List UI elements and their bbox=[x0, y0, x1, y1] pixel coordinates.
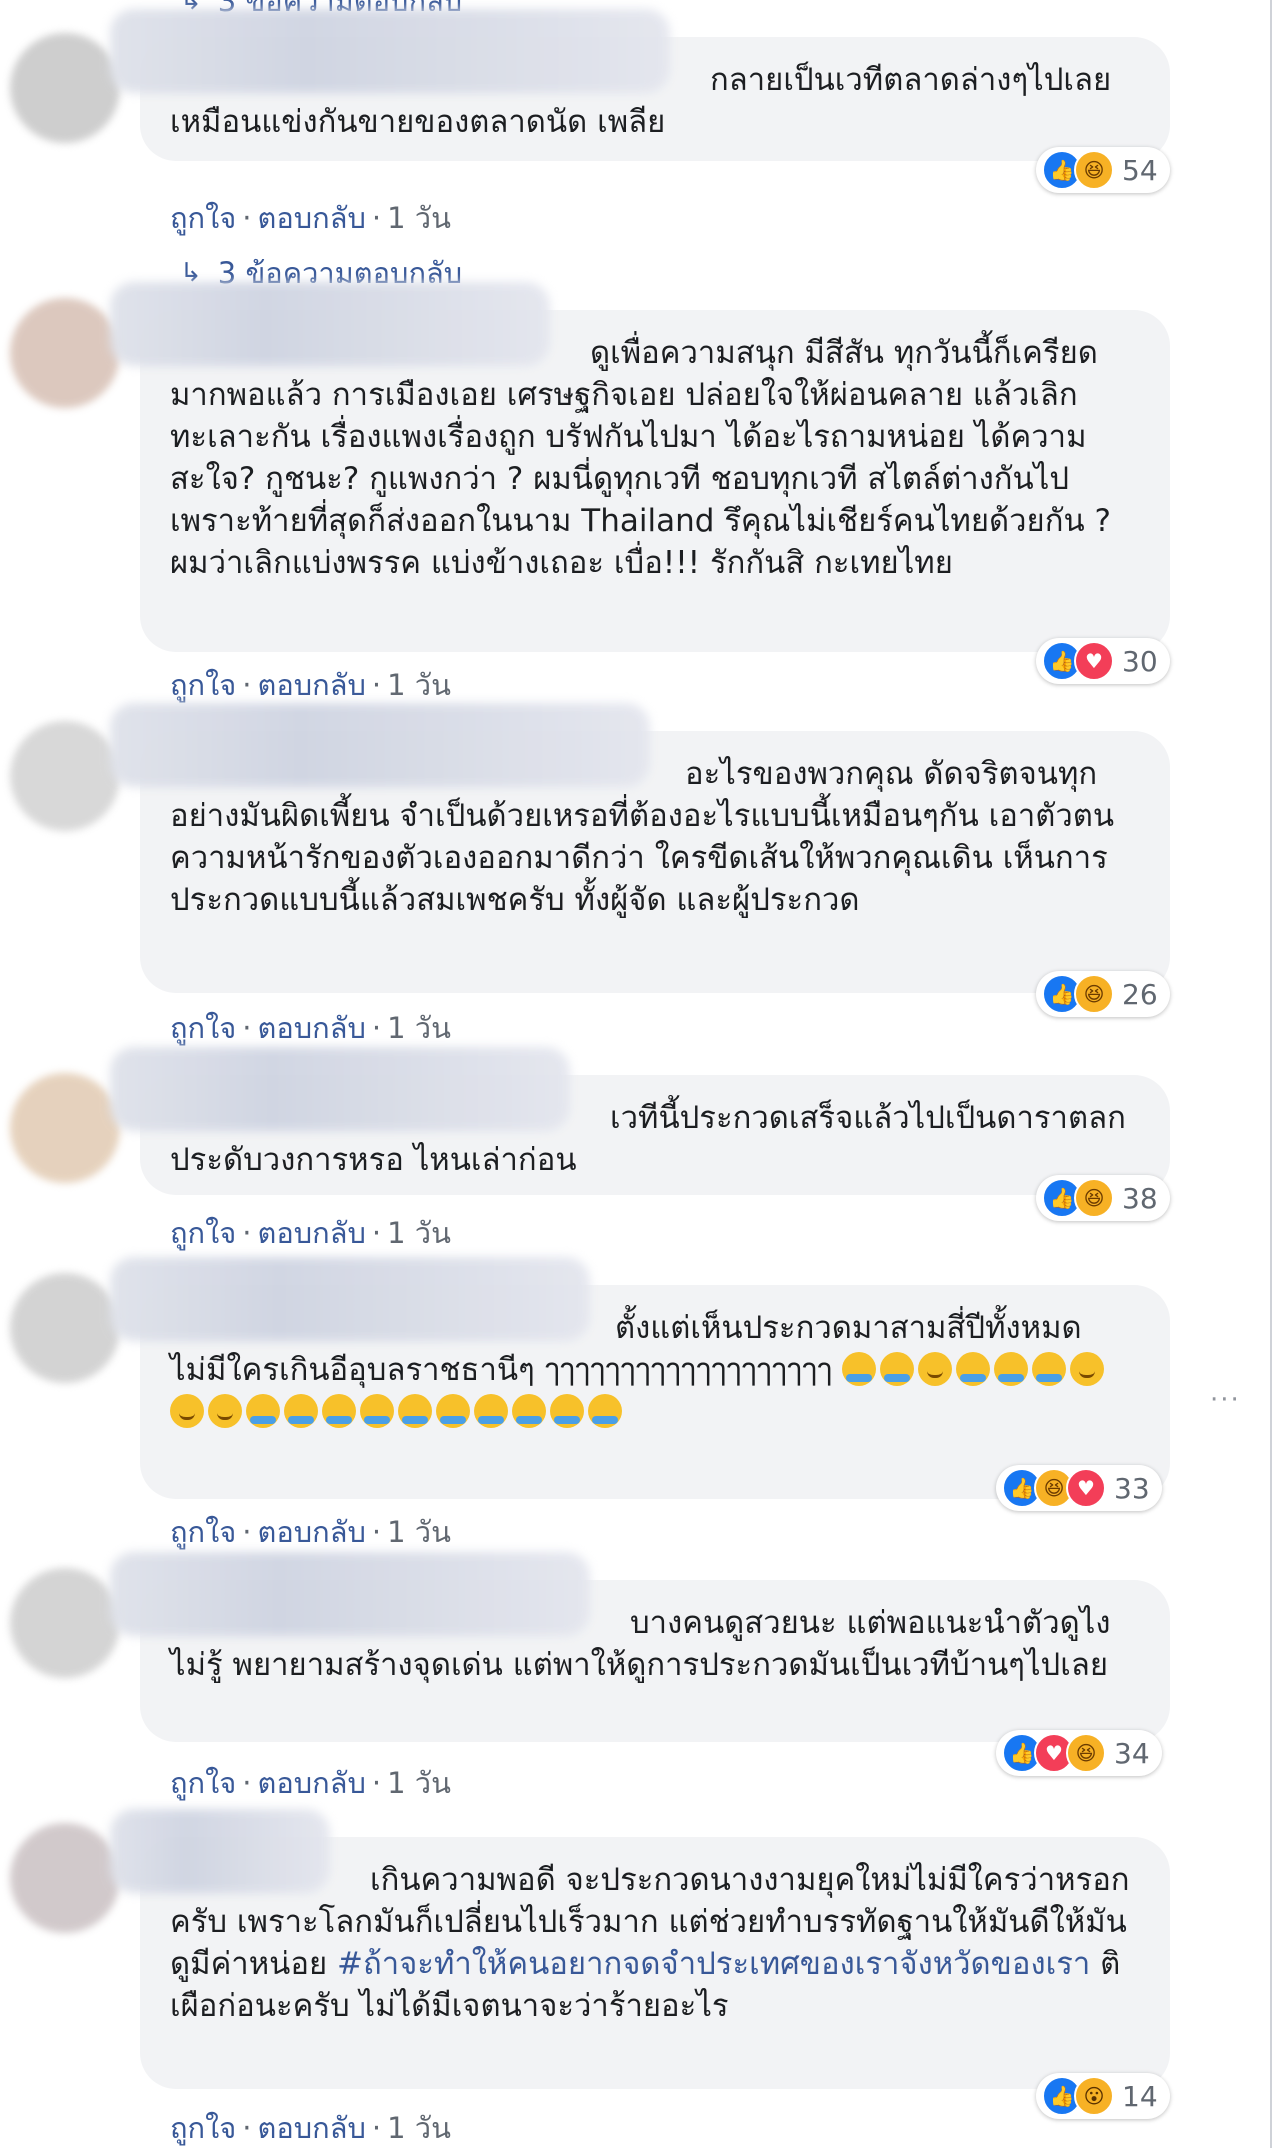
comment-actions: ถูกใจ · ตอบกลับ · 1 วัน bbox=[170, 201, 451, 235]
comment-text: บางคนดูสวยนะ แต่พอแนะนำตัวดูไงไม่รู้ พยา… bbox=[170, 1605, 1111, 1683]
reaction-summary[interactable]: 👍 😮 14 bbox=[1036, 2073, 1170, 2119]
comment-7: เกินความพอดี จะประกวดนางงามยุคใหม่ไม่มีใ… bbox=[0, 1809, 1250, 2145]
timestamp[interactable]: 1 วัน bbox=[387, 201, 451, 235]
reaction-count: 38 bbox=[1122, 1181, 1158, 1215]
comment-bubble: อะไรของพวกคุณ ดัดจริตจนทุกอย่างมันผิดเพี… bbox=[110, 703, 1170, 993]
comment-actions: ถูกใจ · ตอบกลับ · 1 วัน bbox=[170, 1216, 451, 1250]
like-link[interactable]: ถูกใจ bbox=[170, 668, 236, 702]
laughing-crying-emoji bbox=[474, 1394, 508, 1428]
reply-link[interactable]: ตอบกลับ bbox=[258, 1011, 366, 1045]
reaction-summary[interactable]: 👍 ♥ 😆 34 bbox=[996, 1730, 1162, 1776]
comment-actions: ถูกใจ · ตอบกลับ · 1 วัน bbox=[170, 668, 451, 702]
like-link[interactable]: ถูกใจ bbox=[170, 1011, 236, 1045]
avatar[interactable] bbox=[10, 298, 120, 408]
avatar[interactable] bbox=[10, 1273, 120, 1383]
comment-3: อะไรของพวกคุณ ดัดจริตจนทุกอย่างมันผิดเพี… bbox=[0, 703, 1250, 1045]
winking-emoji bbox=[918, 1352, 953, 1386]
comment-text: ดูเพื่อความสนุก มีสีสัน ทุกวันนี้ก็เครีย… bbox=[170, 335, 1111, 581]
love-icon: ♥ bbox=[1066, 1468, 1106, 1508]
wow-icon: 😮 bbox=[1074, 2076, 1114, 2116]
frame-border bbox=[1270, 0, 1272, 2148]
comment-text: อะไรของพวกคุณ ดัดจริตจนทุกอย่างมันผิดเพี… bbox=[170, 756, 1115, 918]
laughing-crying-emoji bbox=[956, 1352, 991, 1386]
comment-text: กลายเป็นเวทีตลาดล่างๆไปเลย เหมือนแข่งกัน… bbox=[170, 62, 1112, 140]
laughing-crying-emoji bbox=[284, 1394, 318, 1428]
reaction-count: 54 bbox=[1122, 153, 1158, 187]
comment-text: เกินความพอดี จะประกวดนางงามยุคใหม่ไม่มีใ… bbox=[170, 1862, 1130, 2024]
hashtag-link[interactable]: #ถ้าจะทำให้คนอยากจดจำประเทศของเราจังหวัด… bbox=[337, 1946, 1090, 1982]
laughing-crying-emoji bbox=[880, 1352, 915, 1386]
timestamp[interactable]: 1 วัน bbox=[387, 1216, 451, 1250]
laughing-crying-emoji bbox=[436, 1394, 470, 1428]
comment-6: บางคนดูสวยนะ แต่พอแนะนำตัวดูไงไม่รู้ พยา… bbox=[0, 1552, 1250, 1810]
laughing-crying-emoji bbox=[994, 1352, 1029, 1386]
comment-actions: ถูกใจ · ตอบกลับ · 1 วัน bbox=[170, 1011, 451, 1045]
comment-bubble: บางคนดูสวยนะ แต่พอแนะนำตัวดูไงไม่รู้ พยา… bbox=[110, 1552, 1170, 1742]
reaction-summary[interactable]: 👍 😆 54 bbox=[1036, 147, 1170, 193]
comment-text: เวทีนี้ประกวดเสร็จแล้วไปเป็นดาราตลก ประด… bbox=[170, 1100, 1126, 1178]
reaction-count: 26 bbox=[1122, 977, 1158, 1011]
comment-actions: ถูกใจ · ตอบกลับ · 1 วัน bbox=[170, 1515, 451, 1549]
comment-actions: ถูกใจ · ตอบกลับ · 1 วัน bbox=[170, 1766, 451, 1800]
laughing-crying-emoji bbox=[360, 1394, 394, 1428]
reaction-count: 34 bbox=[1114, 1736, 1150, 1770]
reaction-count: 30 bbox=[1122, 644, 1158, 678]
comment-2: ดูเพื่อความสนุก มีสีสัน ทุกวันนี้ก็เครีย… bbox=[0, 282, 1250, 710]
haha-icon: 😆 bbox=[1066, 1733, 1106, 1773]
winking-emoji bbox=[170, 1394, 204, 1428]
comment-bubble: กลายเป็นเวทีตลาดล่างๆไปเลย เหมือนแข่งกัน… bbox=[110, 9, 1170, 161]
timestamp[interactable]: 1 วัน bbox=[387, 1766, 451, 1800]
reply-link[interactable]: ตอบกลับ bbox=[258, 1766, 366, 1800]
laughing-crying-emoji bbox=[398, 1394, 432, 1428]
laughing-crying-emoji bbox=[512, 1394, 546, 1428]
comment-text: ตั้งแต่เห็นประกวดมาสามสี่ปีทั้งหมด ไม่มี… bbox=[170, 1307, 1138, 1433]
avatar[interactable] bbox=[10, 721, 120, 831]
comment-actions: ถูกใจ · ตอบกลับ · 1 วัน bbox=[170, 2111, 451, 2145]
reaction-summary[interactable]: 👍 😆 ♥ 33 bbox=[996, 1465, 1162, 1511]
timestamp[interactable]: 1 วัน bbox=[387, 2111, 451, 2145]
more-options-icon[interactable]: ··· bbox=[1210, 1385, 1241, 1415]
avatar[interactable] bbox=[10, 33, 120, 143]
laughing-crying-emoji bbox=[1032, 1352, 1067, 1386]
reaction-count: 33 bbox=[1114, 1471, 1150, 1505]
comment-bubble: เวทีนี้ประกวดเสร็จแล้วไปเป็นดาราตลก ประด… bbox=[110, 1047, 1170, 1195]
timestamp[interactable]: 1 วัน bbox=[387, 668, 451, 702]
reply-link[interactable]: ตอบกลับ bbox=[258, 668, 366, 702]
like-link[interactable]: ถูกใจ bbox=[170, 1216, 236, 1250]
avatar[interactable] bbox=[10, 1568, 120, 1678]
reaction-summary[interactable]: 👍 😆 26 bbox=[1036, 971, 1170, 1017]
like-link[interactable]: ถูกใจ bbox=[170, 1766, 236, 1800]
reaction-summary[interactable]: 👍 😆 38 bbox=[1036, 1175, 1170, 1221]
reply-link[interactable]: ตอบกลับ bbox=[258, 1216, 366, 1250]
comment-1: กลายเป็นเวทีตลาดล่างๆไปเลย เหมือนแข่งกัน… bbox=[0, 9, 1250, 255]
reply-link[interactable]: ตอบกลับ bbox=[258, 1515, 366, 1549]
like-link[interactable]: ถูกใจ bbox=[170, 201, 236, 235]
timestamp[interactable]: 1 วัน bbox=[387, 1515, 451, 1549]
timestamp[interactable]: 1 วัน bbox=[387, 1011, 451, 1045]
winking-emoji bbox=[1070, 1352, 1105, 1386]
reaction-summary[interactable]: 👍 ♥ 30 bbox=[1036, 638, 1170, 684]
comment-4: เวทีนี้ประกวดเสร็จแล้วไปเป็นดาราตลก ประด… bbox=[0, 1047, 1250, 1255]
laughing-crying-emoji bbox=[842, 1352, 877, 1386]
love-icon: ♥ bbox=[1074, 641, 1114, 681]
reply-link[interactable]: ตอบกลับ bbox=[258, 201, 366, 235]
comment-5: ตั้งแต่เห็นประกวดมาสามสี่ปีทั้งหมด ไม่มี… bbox=[0, 1257, 1250, 1555]
comment-bubble: เกินความพอดี จะประกวดนางงามยุคใหม่ไม่มีใ… bbox=[110, 1809, 1170, 2089]
reply-link[interactable]: ตอบกลับ bbox=[258, 2111, 366, 2145]
haha-icon: 😆 bbox=[1074, 974, 1114, 1014]
reaction-count: 14 bbox=[1122, 2079, 1158, 2113]
comment-bubble: ดูเพื่อความสนุก มีสีสัน ทุกวันนี้ก็เครีย… bbox=[110, 282, 1170, 652]
haha-icon: 😆 bbox=[1074, 150, 1114, 190]
avatar[interactable] bbox=[10, 1073, 120, 1183]
laughing-crying-emoji bbox=[246, 1394, 280, 1428]
winking-emoji bbox=[208, 1394, 242, 1428]
like-link[interactable]: ถูกใจ bbox=[170, 2111, 236, 2145]
laughing-crying-emoji bbox=[588, 1394, 622, 1428]
like-link[interactable]: ถูกใจ bbox=[170, 1515, 236, 1549]
haha-icon: 😆 bbox=[1074, 1178, 1114, 1218]
avatar[interactable] bbox=[10, 1823, 120, 1933]
laughing-crying-emoji bbox=[322, 1394, 356, 1428]
laughing-crying-emoji bbox=[550, 1394, 584, 1428]
